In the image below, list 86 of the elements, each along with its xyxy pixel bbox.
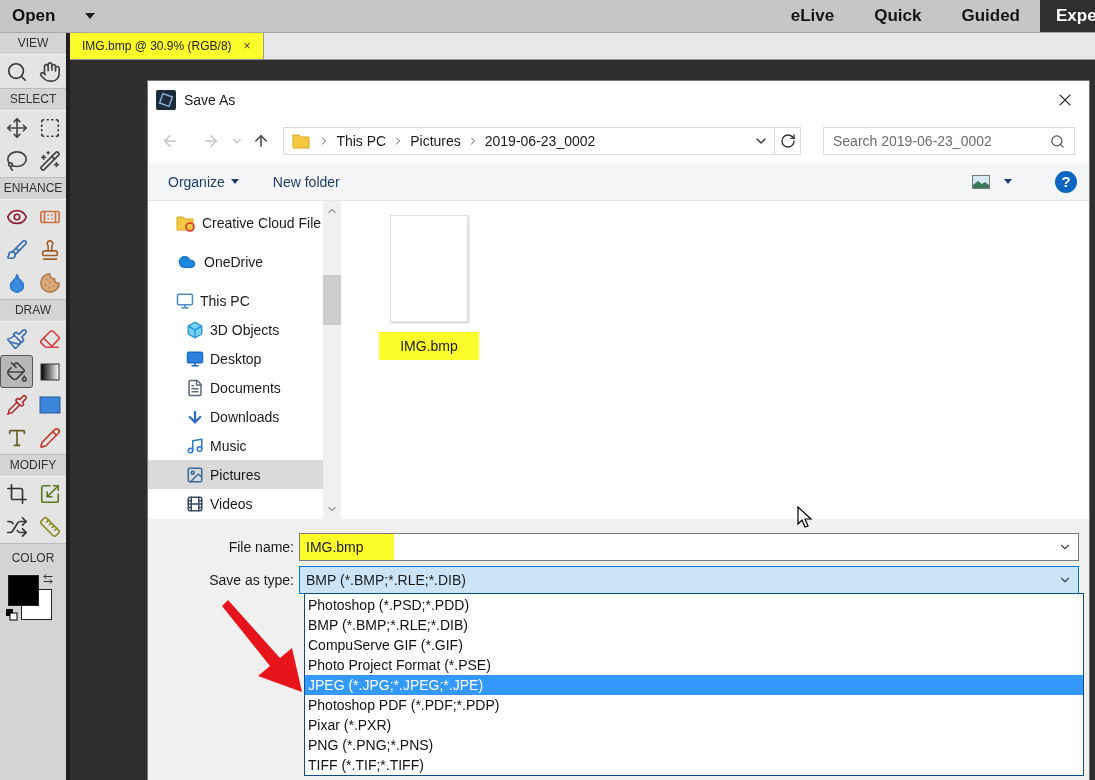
- paintbrush-icon: [5, 327, 28, 350]
- nav-item[interactable]: OneDrive: [148, 247, 323, 276]
- search-field[interactable]: Search 2019-06-23_0002: [823, 127, 1075, 155]
- field-label: Save as type:: [208, 572, 295, 588]
- breadcrumb-item[interactable]: Pictures: [410, 133, 461, 149]
- refresh-icon: [779, 133, 796, 149]
- open-button[interactable]: Open: [0, 0, 106, 32]
- paint-bucket-icon: [5, 360, 28, 383]
- nav-item[interactable]: Creative Cloud File: [148, 208, 323, 237]
- mode-tab[interactable]: Quick: [854, 0, 942, 32]
- sponge-icon: [38, 271, 61, 294]
- hand-icon: [38, 60, 61, 83]
- zoom-icon: [5, 60, 28, 83]
- cube-icon: [186, 320, 204, 339]
- window-title: Save As: [184, 92, 237, 108]
- search-icon: [1050, 134, 1065, 149]
- desktop-icon: [186, 349, 204, 368]
- section-label: VIEW: [16, 35, 50, 52]
- nav-item[interactable]: Videos: [148, 489, 323, 518]
- document-icon: [186, 378, 204, 397]
- nav-item[interactable]: Desktop: [148, 344, 323, 373]
- image-view-icon: [972, 174, 990, 189]
- default-colors-icon[interactable]: [6, 609, 18, 621]
- close-tab-button[interactable]: ×: [243, 39, 251, 53]
- organize-button[interactable]: Organize: [168, 173, 239, 190]
- file-type-option[interactable]: Photo Project Format (*.PSE): [305, 655, 1083, 675]
- mode-tab[interactable]: Guided: [941, 0, 1040, 32]
- color-swatches[interactable]: [8, 575, 54, 621]
- field-label: File name:: [227, 539, 295, 555]
- eyedropper-icon: [5, 393, 28, 416]
- wand-icon: [38, 149, 61, 172]
- nav-item[interactable]: Pictures: [148, 460, 323, 489]
- file-type-option[interactable]: TIFF (*.TIF;*.TIFF): [305, 755, 1083, 775]
- nav-item[interactable]: Documents: [148, 373, 323, 402]
- section-label: MODIFY: [8, 457, 58, 474]
- new-folder-button[interactable]: New folder: [272, 173, 340, 190]
- nav-item[interactable]: Music: [148, 431, 323, 460]
- file-thumbnail[interactable]: [390, 215, 468, 322]
- brush-icon: [5, 238, 28, 261]
- breadcrumb-item[interactable]: 2019-06-23_0002: [484, 133, 596, 149]
- ruler-icon: [38, 515, 61, 538]
- breadcrumb-item[interactable]: This PC: [336, 133, 387, 149]
- scrollbar-thumb[interactable]: [323, 275, 341, 325]
- cursor-icon: [797, 506, 813, 530]
- section-label: DRAW: [13, 302, 53, 319]
- save-type-dropdown[interactable]: BMP (*.BMP;*.RLE;*.DIB): [299, 566, 1079, 594]
- section-label: COLOR: [10, 550, 56, 567]
- caret-icon: [85, 13, 96, 19]
- lasso-icon: [5, 149, 28, 172]
- caret-icon: [230, 179, 239, 184]
- app-icon: [156, 90, 176, 110]
- crop-icon: [5, 482, 28, 505]
- file-type-option[interactable]: Pixar (*.PXR): [305, 715, 1083, 735]
- nav-item[interactable]: Downloads: [148, 402, 323, 431]
- address-bar[interactable]: This PC Pictures 2019-06-23_0002: [283, 127, 801, 155]
- section-label: ENHANCE: [2, 180, 64, 197]
- nav-item[interactable]: This PC: [148, 286, 323, 315]
- file-name[interactable]: IMG.bmp: [379, 332, 479, 360]
- file-type-option[interactable]: CompuServe GIF (*.GIF): [305, 635, 1083, 655]
- picture-icon: [186, 465, 204, 484]
- gradient-icon: [38, 360, 61, 383]
- file-type-option[interactable]: BMP (*.BMP;*.RLE;*.DIB): [305, 615, 1083, 635]
- file-type-option[interactable]: PNG (*.PNG;*.PNS): [305, 735, 1083, 755]
- folder-icon: [292, 132, 313, 150]
- pencil-icon: [38, 426, 61, 449]
- shuffle-icon: [5, 515, 28, 538]
- cloud-folder-icon: [176, 213, 196, 232]
- recompose-icon: [38, 482, 61, 505]
- film-icon: [186, 494, 204, 513]
- help-button[interactable]: ?: [1055, 170, 1077, 193]
- file-type-option[interactable]: Photoshop (*.PSD;*.PDD): [305, 595, 1083, 615]
- eraser-icon: [38, 327, 61, 350]
- move-icon: [5, 116, 28, 139]
- caret-icon: [1004, 179, 1012, 184]
- scrollbar[interactable]: [323, 201, 341, 519]
- marquee-icon: [38, 116, 61, 139]
- section-label: SELECT: [8, 91, 58, 108]
- music-icon: [186, 436, 204, 455]
- computer-icon: [176, 291, 194, 310]
- mode-tab[interactable]: eLive: [770, 0, 855, 32]
- file-name-field[interactable]: IMG.bmp: [299, 533, 1079, 561]
- file-type-option[interactable]: Photoshop PDF (*.PDF;*.PDP): [305, 695, 1083, 715]
- nav-item[interactable]: 3D Objects: [148, 315, 323, 344]
- document-tab[interactable]: IMG.bmp @ 30.9% (RGB/8) ×: [70, 33, 264, 59]
- rectangle-icon: [38, 395, 61, 414]
- swap-icon[interactable]: [42, 573, 54, 585]
